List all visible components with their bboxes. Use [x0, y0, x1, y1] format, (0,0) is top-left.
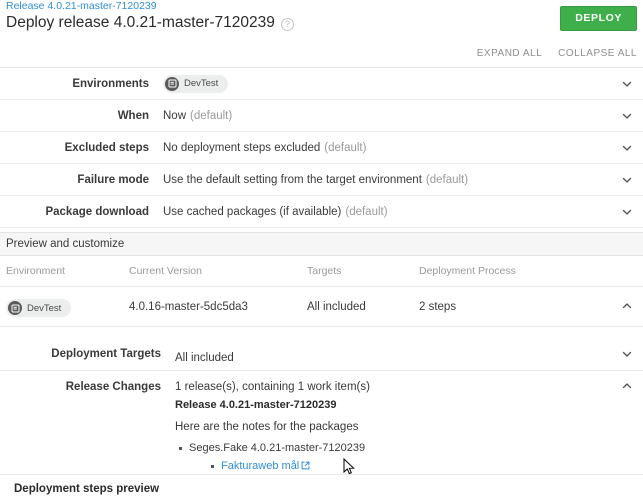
setting-label-environments: Environments	[72, 77, 149, 90]
list-item-work-item: Fakturaweb mål	[207, 458, 613, 475]
label-deployment-targets: Deployment Targets	[51, 348, 161, 360]
setting-label-failure-mode: Failure mode	[77, 173, 149, 186]
preview-table-header: Environment Current Version Targets Depl…	[0, 257, 643, 287]
list-item-package: Seges.Fake 4.0.21-master-7120239	[175, 440, 613, 456]
setting-value-when: Now (default)	[163, 110, 232, 122]
setting-row-when[interactable]: When Now (default)	[0, 100, 643, 132]
setting-default-note-failure-mode: (default)	[425, 173, 469, 186]
setting-value-when-text: Now	[163, 109, 187, 122]
cell-targets: All included	[307, 301, 366, 313]
column-header-deployment-process: Deployment Process	[419, 265, 516, 277]
deploy-release-page: Release 4.0.21-master-7120239 Deploy rel…	[0, 0, 643, 500]
environment-chip-devtest[interactable]: DevTest	[163, 74, 229, 93]
work-item-link[interactable]: Fakturaweb mål	[221, 460, 299, 472]
breadcrumb-release-link[interactable]: Release 4.0.21-master-7120239	[6, 0, 157, 13]
environment-chip-label: DevTest	[27, 302, 62, 314]
subrow-release-changes[interactable]: Release Changes 1 release(s), containing…	[0, 371, 643, 475]
deployment-steps-preview-title: Deployment steps preview	[14, 483, 160, 495]
expand-all-button[interactable]: EXPAND ALL	[477, 48, 542, 59]
value-deployment-targets: All included	[175, 352, 234, 364]
setting-label-package-download: Package download	[45, 205, 149, 218]
environment-chip-devtest-row[interactable]: DevTest	[6, 299, 72, 317]
setting-value-excluded-steps: No deployment steps excluded (default)	[163, 142, 366, 154]
setting-row-excluded-steps[interactable]: Excluded steps No deployment steps exclu…	[0, 132, 643, 164]
release-changes-workitem-list: Fakturaweb mål	[207, 458, 613, 475]
release-changes-notes-intro: Here are the notes for the packages	[175, 421, 359, 433]
setting-value-package-download-text: Use cached packages (if available)	[163, 205, 342, 218]
chevron-down-icon[interactable]	[621, 78, 633, 90]
setting-row-package-download[interactable]: Package download Use cached packages (if…	[0, 196, 643, 228]
setting-label-when: When	[117, 109, 149, 122]
deploy-button[interactable]: DEPLOY	[560, 6, 637, 31]
cell-current-version: 4.0.16-master-5dc5da3	[129, 301, 248, 313]
column-header-targets: Targets	[307, 265, 342, 277]
setting-row-environments[interactable]: Environments DevTest	[0, 68, 643, 100]
setting-default-note-package-download: (default)	[345, 205, 388, 218]
label-release-changes: Release Changes	[65, 381, 161, 393]
chevron-up-icon[interactable]	[621, 300, 633, 312]
column-header-current-version: Current Version	[129, 265, 202, 277]
preview-table-row-devtest[interactable]: DevTest 4.0.16-master-5dc5da3 All includ…	[0, 288, 643, 327]
setting-value-failure-mode: Use the default setting from the target …	[163, 174, 468, 186]
cell-deployment-process: 2 steps	[419, 301, 457, 313]
preview-section-title: Preview and customize	[6, 238, 125, 250]
environment-icon	[165, 76, 179, 91]
environment-chip-label: DevTest	[184, 78, 219, 89]
setting-row-failure-mode[interactable]: Failure mode Use the default setting fro…	[0, 164, 643, 196]
environment-icon	[8, 301, 22, 315]
setting-label-excluded-steps: Excluded steps	[64, 141, 149, 154]
preview-and-customize-band: Preview and customize	[0, 232, 643, 256]
setting-default-note-when: (default)	[190, 109, 233, 122]
setting-value-environments: DevTest	[163, 74, 229, 93]
page-title: Deploy release 4.0.21-master-7120239	[6, 14, 275, 31]
expand-collapse-controls: EXPAND ALL COLLAPSE ALL	[477, 48, 637, 59]
subrow-deployment-targets[interactable]: Deployment Targets All included	[0, 338, 643, 371]
deployment-settings-list: Environments DevTest When Now (default)	[0, 68, 643, 228]
column-header-environment: Environment	[6, 265, 65, 277]
release-changes-summary: 1 release(s), containing 1 work item(s)	[175, 381, 370, 393]
collapse-all-button[interactable]: COLLAPSE ALL	[558, 48, 637, 59]
chevron-down-icon[interactable]	[621, 348, 633, 360]
setting-value-package-download: Use cached packages (if available) (defa…	[163, 206, 388, 218]
chevron-up-icon[interactable]	[621, 380, 633, 392]
page-title-row: Deploy release 4.0.21-master-7120239 ?	[6, 13, 294, 33]
setting-value-failure-mode-text: Use the default setting from the target …	[163, 173, 422, 186]
external-link-icon[interactable]	[301, 459, 310, 475]
chevron-down-icon[interactable]	[621, 174, 633, 186]
setting-value-excluded-steps-text: No deployment steps excluded	[163, 141, 321, 154]
chevron-down-icon[interactable]	[621, 142, 633, 154]
chevron-down-icon[interactable]	[621, 110, 633, 122]
setting-default-note-excluded-steps: (default)	[324, 141, 367, 154]
chevron-down-icon[interactable]	[621, 206, 633, 218]
release-changes-release-name: Release 4.0.21-master-7120239	[175, 399, 337, 411]
release-changes-package-list: Seges.Fake 4.0.21-master-7120239	[175, 440, 613, 456]
help-circle-icon[interactable]: ?	[280, 17, 294, 31]
